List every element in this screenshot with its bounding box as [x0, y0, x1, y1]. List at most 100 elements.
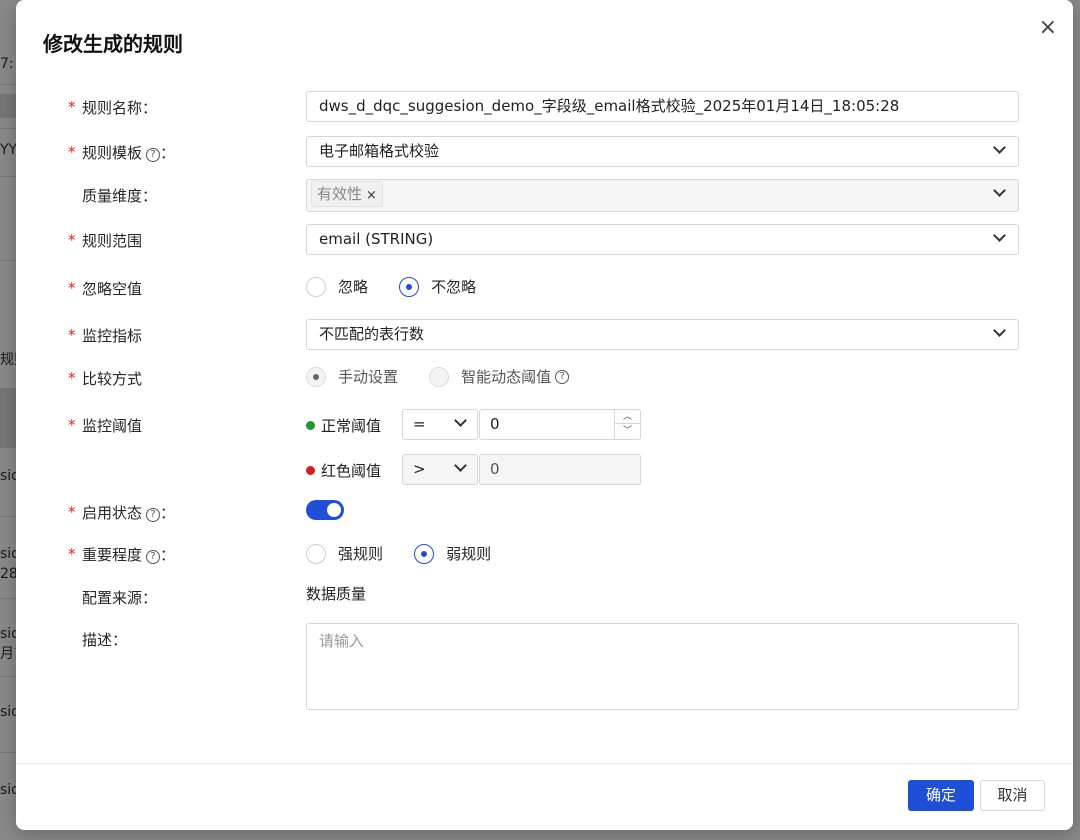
rule-template-label-text: 规则模板 [82, 144, 143, 162]
radio-circle-selected[interactable] [399, 276, 420, 297]
radio-circle[interactable] [306, 543, 326, 564]
normal-threshold-input[interactable]: 0 ︿ ﹀ [479, 409, 641, 440]
radio-ignore[interactable]: 忽略 [306, 276, 368, 297]
description-textarea[interactable]: 请输入 [306, 623, 1019, 710]
required-asterisk: * [68, 545, 76, 563]
red-dot-icon [306, 466, 315, 475]
normal-threshold-group: 正常阈值 = 0 ︿ ﹀ [306, 409, 646, 440]
cancel-button[interactable]: 取消 [980, 780, 1045, 811]
monitor-metric-value: 不匹配的表行数 [319, 325, 425, 343]
threshold-label-text: 监控阈值 [82, 417, 143, 435]
label-suffix: ： [160, 144, 176, 162]
ignore-null-label: * 忽略空值 [68, 278, 143, 299]
help-icon[interactable]: ? [146, 148, 161, 162]
dialog-title: 修改生成的规则 [43, 32, 183, 56]
close-icon[interactable]: × [1039, 17, 1057, 39]
severity-label: * 重要程度?： [68, 544, 176, 565]
chevron-down-icon [454, 459, 467, 472]
required-asterisk: * [68, 326, 76, 344]
edit-rule-dialog: 修改生成的规则 × * 规则名称： dws_d_dqc_suggesion_dem… [16, 0, 1073, 830]
radio-strong-rule[interactable]: 强规则 [306, 543, 383, 564]
label-suffix: ： [160, 546, 176, 564]
dimension-tag: 有效性 × [311, 181, 383, 207]
compare-method-label-text: 比较方式 [82, 370, 143, 388]
help-icon[interactable]: ? [146, 550, 161, 564]
radio-circle-selected[interactable] [414, 543, 435, 564]
operator-value: > [413, 460, 426, 478]
radio-circle[interactable] [429, 366, 450, 387]
normal-threshold-label: 正常阈值 [306, 415, 381, 436]
radio-circle-selected[interactable] [306, 366, 326, 387]
rule-name-label-text: 规则名称： [82, 99, 158, 117]
red-threshold-text: 红色阈值 [321, 462, 382, 480]
number-stepper: ︿ ﹀ [614, 410, 640, 439]
normal-threshold-text: 正常阈值 [321, 417, 382, 435]
radio-weak-rule[interactable]: 弱规则 [414, 543, 491, 564]
normal-operator-select[interactable]: = [402, 409, 478, 440]
config-source-label: 配置来源： [82, 589, 158, 607]
required-asterisk: * [68, 369, 76, 387]
required-asterisk: * [68, 143, 76, 161]
chevron-down-icon [993, 141, 1006, 154]
radio-manual[interactable]: 手动设置 [306, 366, 398, 387]
chevron-down-icon [454, 414, 467, 427]
rule-template-label: * 规则模板?： [68, 142, 176, 163]
radio-label: 不忽略 [431, 278, 477, 296]
red-operator-select[interactable]: > [402, 454, 478, 485]
red-threshold-label: 红色阈值 [306, 460, 381, 481]
radio-smart-threshold[interactable]: 智能动态阈值? [429, 366, 570, 387]
config-source-value: 数据质量 [306, 585, 367, 603]
rule-template-select[interactable]: 电子邮箱格式校验 [306, 136, 1019, 167]
help-icon[interactable]: ? [146, 508, 161, 522]
label-suffix: ： [160, 504, 176, 522]
chevron-down-icon [993, 324, 1006, 337]
red-threshold-group: 红色阈值 > 0 [306, 454, 646, 485]
quality-dimension-label: 质量维度： [82, 187, 158, 205]
radio-label: 智能动态阈值 [461, 368, 552, 386]
enabled-toggle[interactable] [306, 500, 344, 520]
threshold-value: 0 [490, 415, 500, 433]
required-asterisk: * [68, 416, 76, 434]
required-asterisk: * [68, 279, 76, 297]
tag-remove-icon[interactable]: × [366, 188, 377, 203]
rule-scope-value: email (STRING) [319, 230, 434, 248]
rule-scope-label: * 规则范围 [68, 230, 143, 251]
radio-label: 忽略 [338, 278, 369, 296]
dimension-tag-label: 有效性 [317, 185, 363, 203]
quality-dimension-select[interactable]: 有效性 × [306, 179, 1019, 212]
stepper-down-icon[interactable]: ﹀ [615, 424, 640, 438]
operator-value: = [413, 415, 426, 433]
rule-scope-select[interactable]: email (STRING) [306, 224, 1019, 255]
chevron-down-icon [993, 229, 1006, 242]
threshold-label: * 监控阈值 [68, 415, 143, 436]
help-icon[interactable]: ? [555, 369, 570, 384]
rule-name-label: * 规则名称： [68, 97, 158, 118]
radio-label: 手动设置 [338, 368, 399, 386]
enabled-label: * 启用状态?： [68, 502, 176, 523]
monitor-metric-select[interactable]: 不匹配的表行数 [306, 319, 1019, 350]
enabled-label-text: 启用状态 [82, 504, 143, 522]
radio-circle[interactable] [306, 276, 326, 297]
bg-fragment: 7: [0, 56, 14, 72]
severity-label-text: 重要程度 [82, 546, 143, 564]
required-asterisk: * [68, 231, 76, 249]
bg-block [0, 94, 16, 118]
radio-label: 弱规则 [446, 545, 492, 563]
bg-fragment: YY [0, 142, 18, 158]
red-threshold-input[interactable]: 0 [479, 454, 641, 485]
ignore-null-label-text: 忽略空值 [82, 280, 143, 298]
confirm-button[interactable]: 确定 [908, 780, 974, 811]
rule-name-input[interactable]: dws_d_dqc_suggesion_demo_字段级_email格式校验_2… [306, 91, 1019, 122]
monitor-metric-label-text: 监控指标 [82, 327, 143, 345]
stepper-up-icon[interactable]: ︿ [615, 410, 640, 424]
radio-label: 强规则 [338, 545, 384, 563]
required-asterisk: * [68, 98, 76, 116]
description-label: 描述： [82, 631, 128, 649]
chevron-down-icon [993, 184, 1006, 197]
footer-divider [16, 763, 1073, 764]
green-dot-icon [306, 421, 315, 430]
radio-not-ignore[interactable]: 不忽略 [399, 276, 476, 297]
rule-scope-label-text: 规则范围 [82, 232, 143, 250]
rule-template-value: 电子邮箱格式校验 [319, 142, 440, 160]
required-asterisk: * [68, 503, 76, 521]
